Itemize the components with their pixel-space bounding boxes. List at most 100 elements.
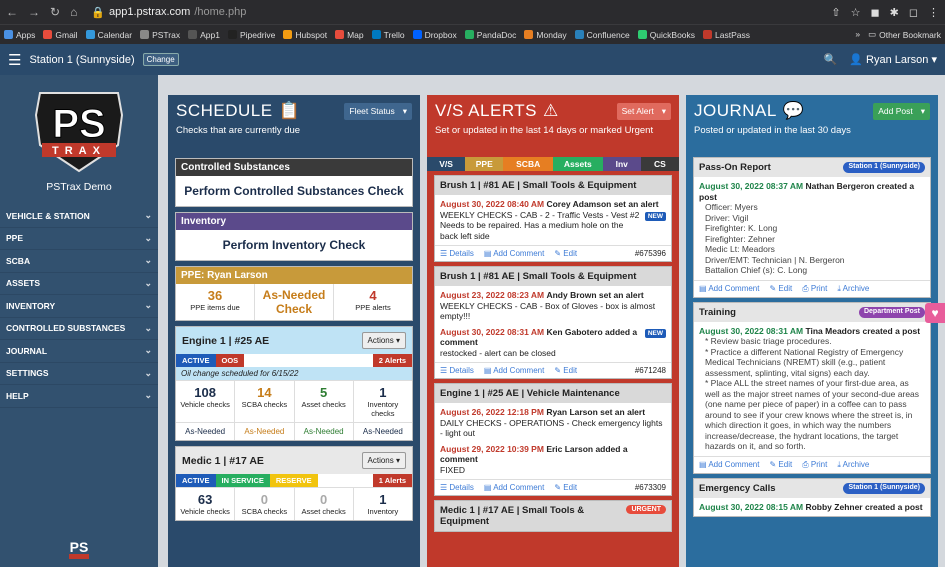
scba-checks-stat[interactable]: 0 SCBA checks bbox=[235, 488, 295, 520]
scba-checks-stat[interactable]: 14 SCBA checks bbox=[235, 381, 295, 422]
post-author: Robby Zehner created a post bbox=[805, 501, 923, 512]
sidebar-item-settings[interactable]: SETTINGS ⌄ bbox=[0, 363, 158, 385]
asneeded-link[interactable]: As-Needed bbox=[354, 423, 412, 440]
bookmark-pstrax[interactable]: PSTrax bbox=[140, 30, 180, 40]
bookmark-pandadoc[interactable]: PandaDoc bbox=[464, 30, 516, 40]
sidebar-item-journal[interactable]: JOURNAL ⌄ bbox=[0, 340, 158, 363]
chevron-down-icon: ⌄ bbox=[144, 322, 152, 333]
bookmark-other[interactable]: ▭ Other Bookmark bbox=[868, 29, 941, 40]
bookmark-trello[interactable]: Trello bbox=[371, 30, 405, 40]
edit-link[interactable]: ✎ Edit bbox=[554, 366, 577, 375]
fleet-status-button[interactable]: Fleet Status ▾ bbox=[344, 103, 412, 120]
asneeded-link[interactable]: As-Needed bbox=[176, 423, 236, 440]
bookmark-pipedrive[interactable]: Pipedrive bbox=[227, 30, 275, 40]
bookmark-map[interactable]: Map bbox=[335, 30, 364, 40]
asneeded-link[interactable]: As-Needed bbox=[295, 423, 354, 440]
edit-link[interactable]: ✎ Edit bbox=[554, 483, 577, 492]
puzzle-icon[interactable]: ✱ bbox=[890, 6, 899, 19]
details-link[interactable]: ☰ Details bbox=[440, 249, 474, 258]
tab-ppe[interactable]: PPE bbox=[465, 157, 504, 171]
asset-checks-stat[interactable]: 5 Asset checks bbox=[295, 381, 354, 422]
sidebar-item-help[interactable]: HELP ⌄ bbox=[0, 385, 158, 408]
address-bar[interactable]: 🔒 app1.pstrax.com/home.php bbox=[91, 6, 246, 19]
user-menu[interactable]: 👤 Ryan Larson ▾ bbox=[849, 53, 937, 66]
menu-icon[interactable]: ⋮ bbox=[928, 6, 939, 19]
org-name: PSTrax Demo bbox=[46, 181, 112, 193]
details-link[interactable]: ☰ Details bbox=[440, 366, 474, 375]
sidebar-item-ppe[interactable]: PPE ⌄ bbox=[0, 228, 158, 250]
post-line: Medic Lt: Meadors bbox=[705, 244, 775, 254]
window-icon[interactable]: ◻ bbox=[909, 6, 918, 19]
alerts-badge[interactable]: 2 Alerts bbox=[372, 354, 412, 367]
reload-icon[interactable]: ↻ bbox=[50, 5, 60, 19]
asneeded-link[interactable]: As-Needed bbox=[235, 423, 295, 440]
ppe-due-stat[interactable]: 36 PPE items due bbox=[176, 284, 255, 320]
vehicle-checks-stat[interactable]: 63 Vehicle checks bbox=[176, 488, 236, 520]
inventory-checks-stat[interactable]: 1 Inventory checks bbox=[354, 381, 412, 422]
add-comment-link[interactable]: ▤ Add Comment bbox=[484, 366, 544, 375]
bookmark-confluence[interactable]: Confluence bbox=[574, 30, 630, 40]
vehicle-checks-stat[interactable]: 108 Vehicle checks bbox=[176, 381, 236, 422]
sidebar-item-inventory[interactable]: INVENTORY ⌄ bbox=[0, 295, 158, 318]
bookmark-dropbox[interactable]: Dropbox bbox=[412, 30, 457, 40]
alert-tabs: V/S PPE SCBA Assets Inv CS bbox=[427, 157, 679, 171]
unit-name: Engine 1 | #25 AE bbox=[182, 334, 270, 347]
bookmark-lastpass[interactable]: LastPass bbox=[703, 30, 750, 40]
tab-scba[interactable]: SCBA bbox=[503, 157, 554, 171]
archive-link[interactable]: ⤓ Archive bbox=[837, 284, 869, 294]
bookmark-quickbooks[interactable]: QuickBooks bbox=[637, 30, 695, 40]
card-header: PPE: Ryan Larson bbox=[176, 267, 412, 284]
inventory-checks-stat[interactable]: 1 Inventory bbox=[354, 488, 412, 520]
change-station-button[interactable]: Change bbox=[142, 53, 179, 66]
share-icon[interactable]: ⇧ bbox=[831, 6, 840, 19]
more-bookmarks-icon[interactable]: » bbox=[855, 29, 860, 40]
add-comment-link[interactable]: ▤ Add Comment bbox=[699, 460, 759, 469]
hamburger-icon[interactable]: ☰ bbox=[8, 51, 21, 69]
ppe-alerts-stat[interactable]: 4 PPE alerts bbox=[334, 284, 412, 320]
tab-inv[interactable]: Inv bbox=[602, 157, 641, 171]
edit-link[interactable]: ✎ Edit bbox=[769, 284, 792, 293]
bookmark-calendar[interactable]: Calendar bbox=[85, 30, 132, 40]
details-link[interactable]: ☰ Details bbox=[440, 483, 474, 492]
tab-assets[interactable]: Assets bbox=[553, 157, 603, 171]
edit-link[interactable]: ✎ Edit bbox=[769, 460, 792, 469]
ppe-asneeded-link[interactable]: As-Needed Check bbox=[255, 284, 334, 320]
asset-checks-stat[interactable]: 0 Asset checks bbox=[295, 488, 354, 520]
list-icon: ☰ bbox=[440, 366, 448, 375]
star-icon[interactable]: ☆ bbox=[851, 6, 861, 19]
bookmark-hubspot[interactable]: Hubspot bbox=[283, 30, 327, 40]
bookmark-gmail[interactable]: Gmail bbox=[43, 30, 78, 40]
forward-icon[interactable]: → bbox=[28, 5, 40, 19]
add-comment-link[interactable]: ▤ Add Comment bbox=[699, 284, 759, 293]
set-alert-button[interactable]: Set Alert ▾ bbox=[616, 103, 671, 120]
search-icon[interactable]: 🔍 bbox=[824, 53, 838, 66]
sidebar-item-vehicle-station[interactable]: VEHICLE & STATION ⌄ bbox=[0, 205, 158, 228]
perform-inventory-check-link[interactable]: Perform Inventory Check bbox=[176, 230, 412, 260]
back-icon[interactable]: ← bbox=[6, 5, 18, 19]
sidebar-item-controlled-substances[interactable]: CONTROLLED SUBSTANCES ⌄ bbox=[0, 318, 158, 340]
tab-cs[interactable]: CS bbox=[640, 157, 679, 171]
archive-link[interactable]: ⤓ Archive bbox=[837, 460, 869, 470]
add-comment-link[interactable]: ▤ Add Comment bbox=[484, 249, 544, 258]
sidebar-item-scba[interactable]: SCBA ⌄ bbox=[0, 250, 158, 273]
sidebar-item-assets[interactable]: ASSETS ⌄ bbox=[0, 273, 158, 295]
bookmark-app1[interactable]: App1 bbox=[188, 30, 220, 40]
add-post-button[interactable]: Add Post ▾ bbox=[873, 103, 930, 120]
print-link[interactable]: ⎙ Print bbox=[802, 284, 827, 294]
extension-icon[interactable]: ◼ bbox=[871, 6, 880, 19]
bookmark-apps[interactable]: Apps bbox=[4, 30, 35, 40]
list-icon: ☰ bbox=[440, 483, 448, 492]
actions-button[interactable]: Actions ▾ bbox=[361, 332, 406, 349]
print-link[interactable]: ⎙ Print bbox=[802, 460, 827, 470]
alert-text: WEEKLY CHECKS - CAB - 2 - Traffic Vests … bbox=[440, 209, 640, 241]
bookmark-monday[interactable]: Monday bbox=[524, 30, 567, 40]
home-icon[interactable]: ⌂ bbox=[70, 5, 77, 19]
add-comment-link[interactable]: ▤ Add Comment bbox=[484, 483, 544, 492]
edit-link[interactable]: ✎ Edit bbox=[554, 249, 577, 258]
heart-icon[interactable]: ♥ bbox=[925, 303, 945, 323]
tab-vs[interactable]: V/S bbox=[427, 157, 466, 171]
perform-cs-check-link[interactable]: Perform Controlled Substances Check bbox=[176, 176, 412, 206]
comment-text: restocked - alert can be closed bbox=[440, 347, 556, 358]
actions-button[interactable]: Actions ▾ bbox=[361, 452, 406, 469]
alerts-badge[interactable]: 1 Alerts bbox=[372, 474, 412, 487]
